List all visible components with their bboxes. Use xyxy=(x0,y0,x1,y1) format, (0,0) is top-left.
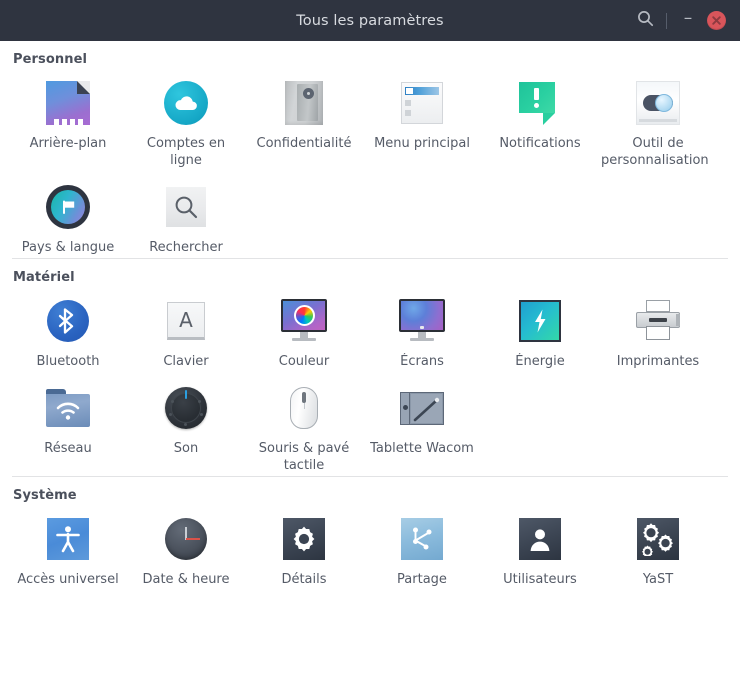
tile-souris-pave-tactile[interactable]: Souris & pavé tactile xyxy=(245,376,363,476)
network-folder-wifi-icon xyxy=(44,384,92,432)
color-wheel-monitor-icon xyxy=(280,297,328,345)
tile-label: Clavier xyxy=(163,354,209,369)
cloud-accounts-icon xyxy=(162,79,210,127)
search-button[interactable] xyxy=(631,7,659,35)
wallpaper-icon xyxy=(44,79,92,127)
minimize-button[interactable]: – xyxy=(674,7,702,35)
tile-outil-de-personnalisation[interactable]: Outil de personnalisation xyxy=(599,71,717,171)
tile-label: Outil de personnalisation xyxy=(602,135,714,169)
notification-bubble-icon xyxy=(516,79,564,127)
region-flag-icon xyxy=(44,183,92,231)
printer-icon xyxy=(634,297,682,345)
grid-materiel: Bluetooth A Clavier Couleur Écrans Énerg… xyxy=(0,289,740,476)
tile-label: Tablette Wacom xyxy=(370,441,474,456)
tile-label: Comptes en ligne xyxy=(146,136,226,168)
tile-label: Couleur xyxy=(278,354,330,369)
bluetooth-icon xyxy=(44,297,92,345)
tile-son[interactable]: Son xyxy=(127,376,245,476)
titlebar-controls: – xyxy=(631,0,730,41)
section-title-materiel: Matériel xyxy=(13,270,75,285)
displays-monitor-icon xyxy=(398,297,446,345)
tile-label: Pays & langue xyxy=(21,240,115,255)
tile-label: Souris & pavé tactile xyxy=(258,441,350,473)
tile-ecrans[interactable]: Écrans xyxy=(363,289,481,372)
grid-personnel: Arrière-plan Comptes en ligne Confidenti… xyxy=(0,71,740,258)
close-icon xyxy=(706,11,726,30)
keyboard-key-icon: A xyxy=(162,297,210,345)
tile-label: Détails xyxy=(281,572,327,587)
accessibility-icon xyxy=(44,515,92,563)
tile-label: Écrans xyxy=(400,354,444,369)
tile-label: Date & heure xyxy=(142,572,230,587)
section-personnel: Personnel Arrière-plan Comptes en ligne … xyxy=(0,41,740,258)
minimize-icon: – xyxy=(683,7,693,28)
tile-label: Utilisateurs xyxy=(503,572,577,587)
grid-systeme: Accès universel Date & heure Détails Par… xyxy=(0,507,740,590)
tile-arriere-plan[interactable]: Arrière-plan xyxy=(9,71,127,171)
tile-clavier[interactable]: A Clavier xyxy=(127,289,245,372)
section-title-personnel: Personnel xyxy=(13,52,88,67)
tile-pays-langue[interactable]: Pays & langue xyxy=(9,175,127,258)
section-materiel: Matériel Bluetooth A Clavier Couleur Écr… xyxy=(0,258,740,476)
user-silhouette-icon xyxy=(516,515,564,563)
tile-utilisateurs[interactable]: Utilisateurs xyxy=(481,507,599,590)
tile-yast[interactable]: YaST xyxy=(599,507,717,590)
tile-energie[interactable]: Énergie xyxy=(481,289,599,372)
toggle-switch-icon xyxy=(634,79,682,127)
window-title: Tous les paramètres xyxy=(296,12,444,29)
tile-acces-universel[interactable]: Accès universel xyxy=(9,507,127,590)
tile-notifications[interactable]: Notifications xyxy=(481,71,599,171)
tile-label-line1: Outil de xyxy=(632,136,684,151)
settings-panels: Personnel Arrière-plan Comptes en ligne … xyxy=(0,41,740,695)
section-systeme: Système Accès universel Date & heure Dét… xyxy=(0,476,740,590)
search-magnifier-icon xyxy=(162,183,210,231)
mouse-icon xyxy=(280,384,328,432)
tile-comptes-en-ligne[interactable]: Comptes en ligne xyxy=(127,71,245,171)
tile-label: Confidentialité xyxy=(256,136,352,151)
tile-menu-principal[interactable]: Menu principal xyxy=(363,71,481,171)
tile-label: Menu principal xyxy=(374,136,470,151)
sharing-nodes-icon xyxy=(398,515,446,563)
close-button[interactable] xyxy=(702,7,730,35)
tile-label: Partage xyxy=(397,572,447,587)
main-menu-window-icon xyxy=(398,79,446,127)
tile-label: Arrière-plan xyxy=(29,136,107,151)
wacom-tablet-icon xyxy=(398,384,446,432)
yast-gears-icon xyxy=(634,515,682,563)
settings-window: Tous les paramètres – Personnel Arrière-… xyxy=(0,0,740,695)
tile-partage[interactable]: Partage xyxy=(363,507,481,590)
privacy-door-icon xyxy=(280,79,328,127)
tile-details[interactable]: Détails xyxy=(245,507,363,590)
tile-tablette-wacom[interactable]: Tablette Wacom xyxy=(363,376,481,476)
tile-rechercher[interactable]: Rechercher xyxy=(127,175,245,258)
tile-label: Rechercher xyxy=(149,240,223,255)
tile-label: Son xyxy=(173,441,199,456)
tile-imprimantes[interactable]: Imprimantes xyxy=(599,289,717,372)
tile-confidentialite[interactable]: Confidentialité xyxy=(245,71,363,171)
tile-reseau[interactable]: Réseau xyxy=(9,376,127,476)
tile-date-heure[interactable]: Date & heure xyxy=(127,507,245,590)
tile-bluetooth[interactable]: Bluetooth xyxy=(9,289,127,372)
titlebar: Tous les paramètres – xyxy=(0,0,740,41)
titlebar-separator xyxy=(666,12,667,29)
sound-knob-icon xyxy=(162,384,210,432)
section-title-systeme: Système xyxy=(13,488,77,503)
tile-label-line2: personnalisation xyxy=(602,153,709,168)
tile-label: Énergie xyxy=(515,354,565,369)
tile-label: Notifications xyxy=(499,136,581,151)
keyboard-key-glyph: A xyxy=(179,308,193,332)
tile-label: Imprimantes xyxy=(616,354,700,369)
tile-label: Accès universel xyxy=(17,572,119,587)
clock-icon xyxy=(162,515,210,563)
tile-label: YaST xyxy=(642,572,674,587)
tile-label: Bluetooth xyxy=(36,354,100,369)
power-bolt-icon xyxy=(516,297,564,345)
tile-couleur[interactable]: Couleur xyxy=(245,289,363,372)
gear-details-icon xyxy=(280,515,328,563)
search-icon xyxy=(637,10,654,31)
tile-label: Réseau xyxy=(44,441,92,456)
